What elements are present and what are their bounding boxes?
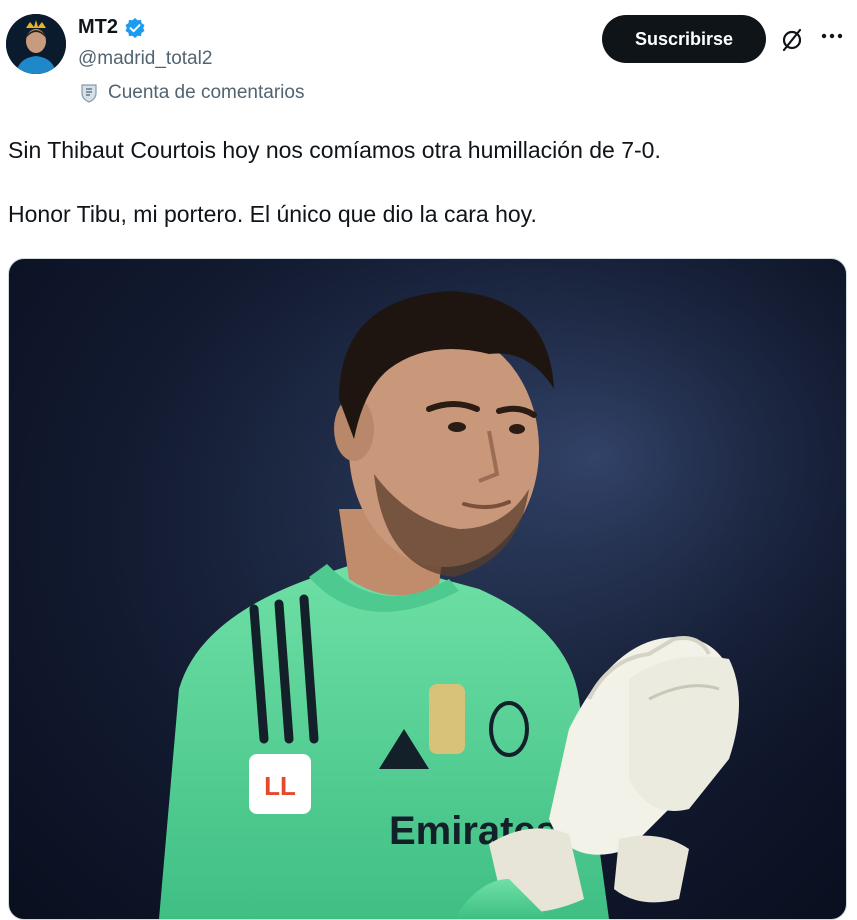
tweet-text-line-2: Honor Tibu, mi portero. El único que dio… <box>8 201 537 227</box>
tweet-text-line-1: Sin Thibaut Courtois hoy nos comíamos ot… <box>8 137 661 163</box>
tweet-media-image[interactable]: LL Emirates <box>8 258 847 920</box>
tweet-text: Sin Thibaut Courtois hoy nos comíamos ot… <box>8 134 848 230</box>
avatar[interactable] <box>6 14 66 74</box>
grok-icon[interactable] <box>778 26 806 54</box>
author-name-row: MT2 <box>78 16 146 39</box>
verified-badge-icon[interactable] <box>124 17 146 39</box>
account-label[interactable]: Cuenta de comentarios <box>78 82 304 104</box>
kit-badge-text: LL <box>264 771 296 801</box>
subscribe-button[interactable]: Suscribirse <box>602 15 766 63</box>
more-options-icon[interactable] <box>818 22 846 50</box>
account-label-text: Cuenta de comentarios <box>108 82 305 103</box>
shield-icon <box>78 82 100 104</box>
author-display-name[interactable]: MT2 <box>78 16 118 39</box>
author-handle[interactable]: @madrid_total2 <box>78 48 212 70</box>
